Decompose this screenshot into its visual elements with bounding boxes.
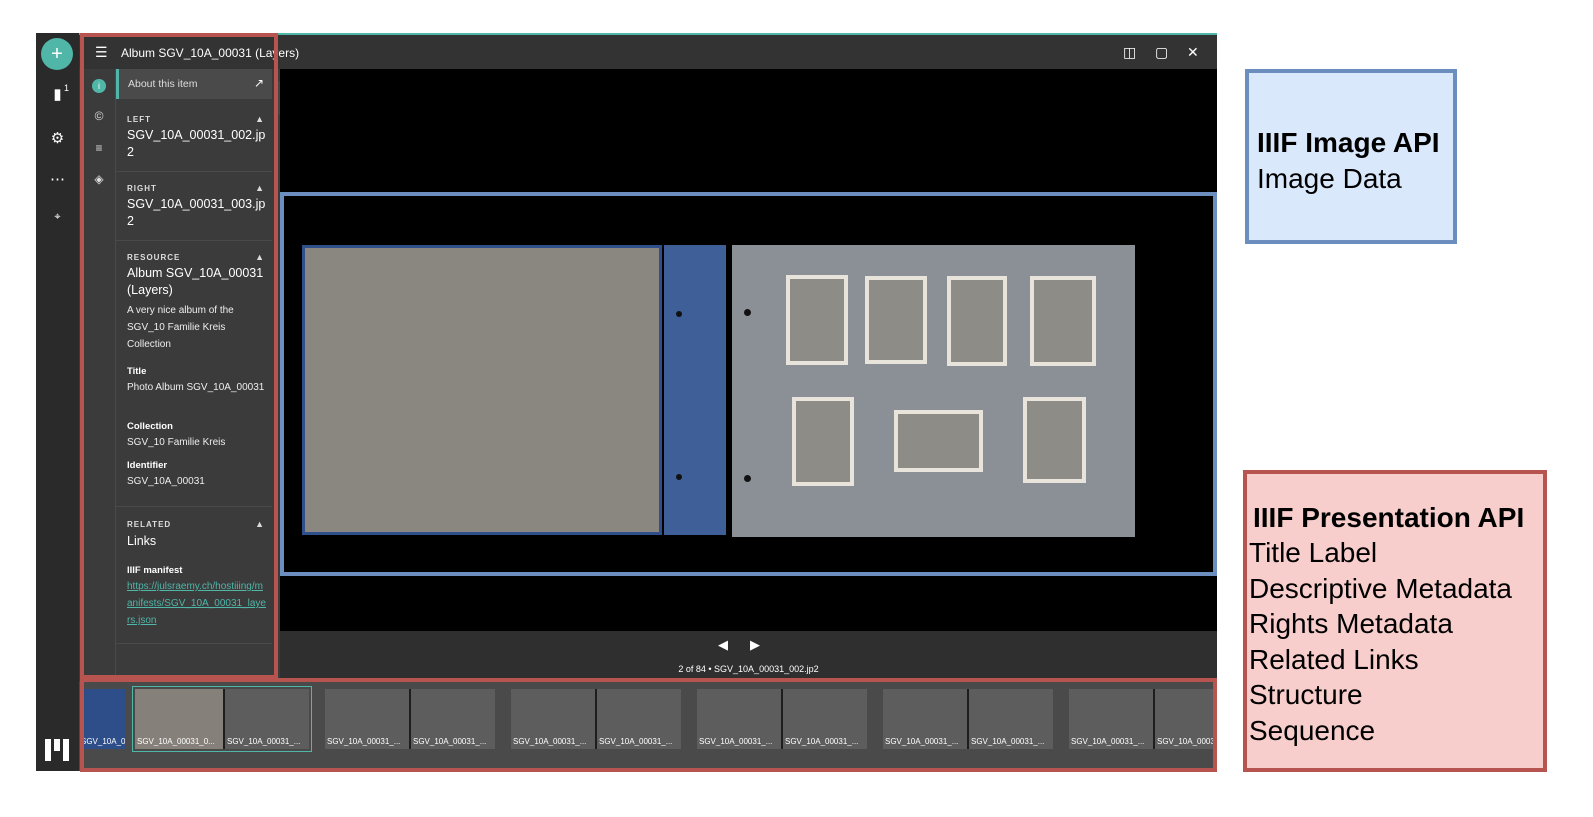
presentation-api-line: Descriptive Metadata	[1249, 572, 1513, 604]
presentation-api-heading: IIIF Presentation API	[1253, 502, 1525, 533]
close-icon[interactable]: ✕	[1187, 44, 1199, 61]
canvas-navigation: ◀ ▶ 2 of 84 • SGV_10A_00031_002.jp2	[280, 631, 1217, 681]
add-resource-button[interactable]: +	[41, 38, 73, 70]
book-view-icon[interactable]: ◫	[1123, 44, 1136, 61]
presentation-api-line: Structure	[1249, 679, 1363, 710]
image-api-outline	[280, 192, 1217, 576]
canvas-caption: 2 of 84 • SGV_10A_00031_002.jp2	[678, 664, 819, 674]
presentation-api-outline-panel	[80, 33, 278, 679]
image-api-callout: IIIF Image API Image Data	[1245, 69, 1457, 244]
presentation-api-line: Title Label	[1249, 537, 1378, 568]
image-api-heading: IIIF Image API	[1257, 127, 1440, 158]
next-canvas-icon[interactable]: ▶	[750, 637, 760, 653]
presentation-api-line: Sequence	[1249, 714, 1376, 746]
more-options-icon[interactable]: ⋯	[36, 170, 79, 188]
presentation-api-callout: IIIF Presentation API Title Label Descri…	[1243, 470, 1547, 772]
fullscreen-exit-icon[interactable]: ⌖	[36, 211, 79, 224]
presentation-api-outline-strip	[80, 678, 1217, 772]
maximize-icon[interactable]: ▢	[1155, 44, 1168, 61]
window-list-icon[interactable]: ▮	[36, 85, 79, 103]
mirador-logo	[45, 739, 69, 761]
window-count-badge: 1	[64, 83, 70, 93]
image-api-line: Image Data	[1257, 163, 1402, 194]
settings-gear-icon[interactable]: ⚙	[36, 129, 79, 147]
previous-canvas-icon[interactable]: ◀	[718, 637, 728, 653]
presentation-api-line: Related Links	[1249, 643, 1419, 675]
workspace-rail: + ▮ 1 ⚙ ⋯ ⌖	[36, 33, 79, 771]
presentation-api-line: Rights Metadata	[1249, 608, 1453, 639]
